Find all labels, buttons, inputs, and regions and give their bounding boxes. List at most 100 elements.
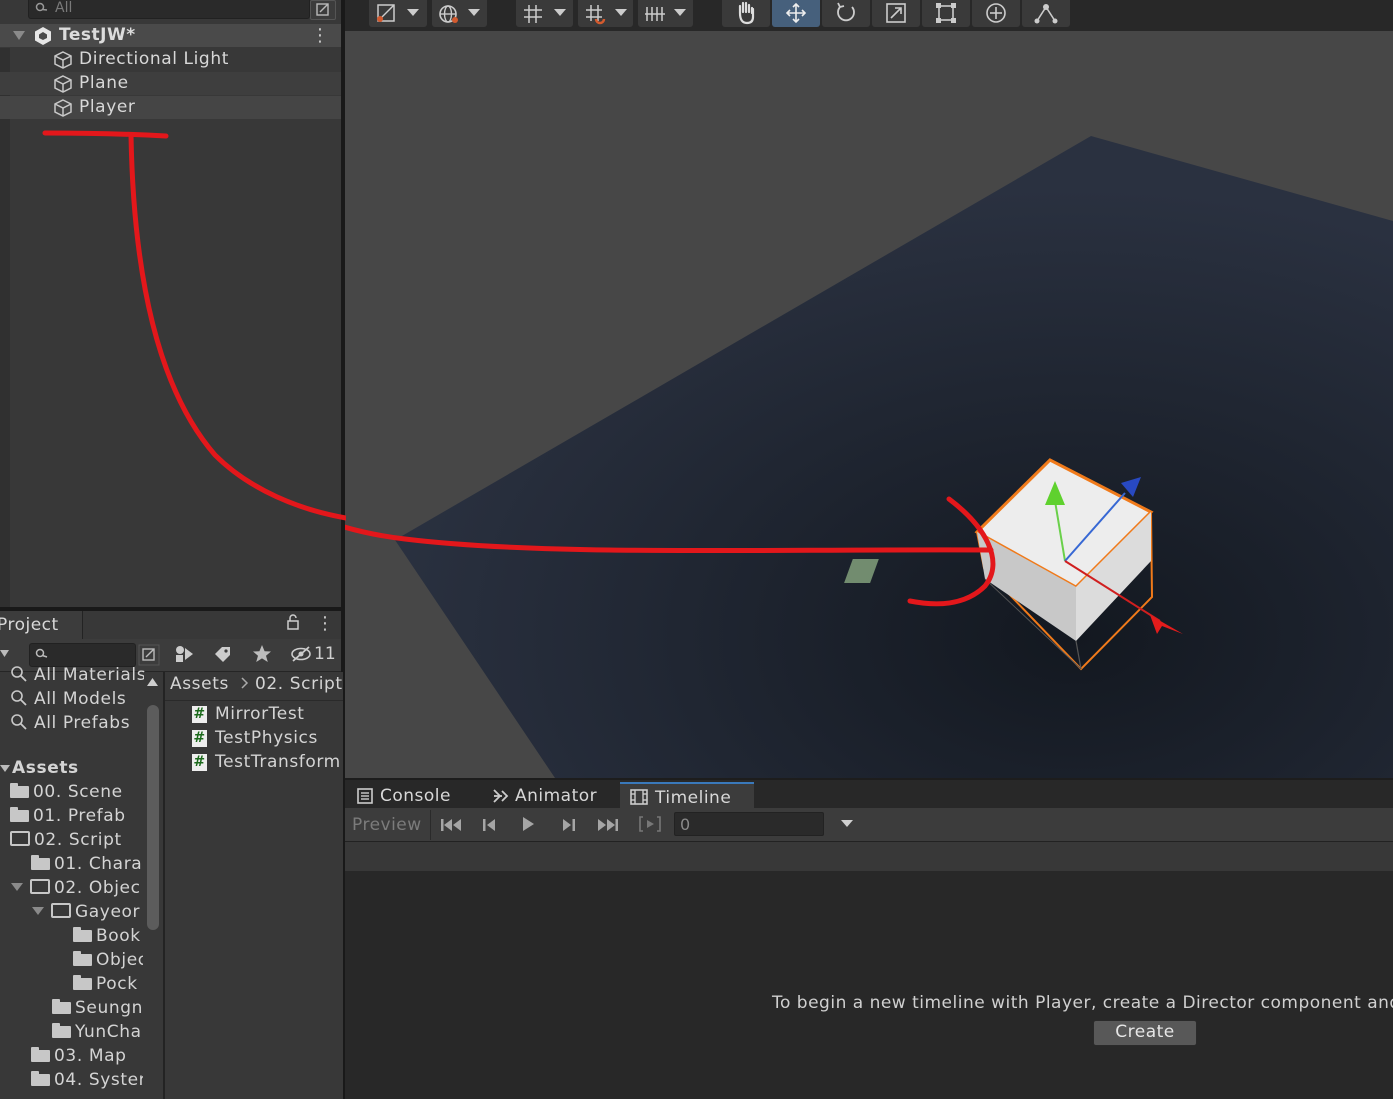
custom-tool-button[interactable]	[1022, 0, 1070, 27]
scale-tool-button[interactable]	[872, 0, 920, 27]
file-test-transform[interactable]: # TestTransform	[192, 752, 343, 772]
folder-label: 02. Objec	[54, 878, 141, 898]
play-range-button[interactable]	[632, 811, 668, 839]
star-icon[interactable]	[252, 644, 272, 664]
create-dropdown-icon[interactable]	[0, 650, 10, 658]
more-options-icon[interactable]: ⋮	[311, 25, 329, 46]
grid-snap-button[interactable]	[516, 0, 573, 27]
hidden-packages-icon[interactable]	[290, 646, 312, 662]
next-frame-button[interactable]	[551, 811, 587, 839]
frame-input[interactable]: 0	[674, 812, 824, 836]
folder-label: Gayeor	[75, 902, 141, 922]
tree-folder-objec-sub[interactable]: Objec	[73, 950, 143, 970]
tab-animator[interactable]: Animator	[486, 782, 616, 810]
search-placeholder: All	[55, 0, 73, 16]
tree-folder-objec[interactable]: 02. Objec	[10, 878, 143, 898]
go-to-last-frame-button[interactable]	[590, 811, 626, 839]
favorite-all-materials[interactable]: All Materials	[10, 665, 146, 685]
project-search-input[interactable]	[29, 643, 136, 667]
rect-tool-button[interactable]	[922, 0, 970, 27]
scene-view[interactable]	[345, 31, 1393, 778]
assets-root[interactable]: Assets	[0, 758, 79, 778]
folder-icon	[31, 1071, 50, 1086]
folder-label: 03. Map	[54, 1046, 127, 1066]
increment-snap-button[interactable]	[638, 0, 693, 27]
hidden-packages-count: 11	[314, 644, 336, 664]
timeline-options-dropdown[interactable]	[832, 811, 862, 839]
favorite-all-models[interactable]: All Models	[10, 689, 126, 709]
file-label: MirrorTest	[215, 704, 305, 724]
hierarchy-item-plane[interactable]: Plane	[0, 72, 341, 95]
tree-folder-seungn[interactable]: Seungn	[52, 998, 143, 1018]
scene-header-row[interactable]: TestJW* ⋮	[0, 24, 341, 47]
filter-by-type-icon[interactable]	[173, 644, 195, 664]
tree-folder-script[interactable]: 02. Script	[10, 830, 122, 850]
move-tool-button[interactable]	[772, 0, 820, 27]
folder-icon	[10, 783, 29, 798]
scene-visibility-button[interactable]	[432, 0, 487, 27]
tree-folder-pock[interactable]: Pock	[73, 974, 143, 994]
chevron-down-icon	[468, 9, 480, 16]
timeline-header	[345, 842, 1393, 872]
hierarchy-item-player[interactable]: Player	[0, 96, 341, 119]
hand-tool-button[interactable]	[722, 0, 770, 27]
rect-icon	[936, 3, 956, 23]
csharp-script-icon: #	[192, 754, 207, 771]
hierarchy-item-directional-light[interactable]: Directional Light	[0, 48, 341, 71]
go-to-first-frame-button[interactable]	[433, 811, 469, 839]
tab-label: Animator	[515, 786, 598, 806]
chevron-down-icon	[13, 31, 25, 40]
draw-mode-button[interactable]	[369, 0, 427, 27]
scroll-up-arrow-icon[interactable]	[147, 678, 158, 686]
file-label: TestTransform	[215, 752, 341, 772]
search-icon	[11, 714, 27, 730]
breadcrumb-script[interactable]: 02. Script	[255, 674, 343, 694]
scene-viewport	[345, 136, 1393, 778]
scene-toolbar	[345, 0, 1393, 31]
folder-icon	[73, 927, 92, 942]
search-by-type-icon[interactable]	[138, 644, 160, 666]
search-icon	[11, 666, 27, 682]
more-options-icon[interactable]: ⋮	[316, 613, 334, 634]
timeline-body	[345, 871, 1393, 1099]
folder-open-icon	[10, 831, 30, 846]
play-button[interactable]	[510, 811, 546, 839]
step-back-icon	[483, 819, 495, 831]
snap-increment-button[interactable]	[578, 0, 633, 27]
tree-folder-chara[interactable]: 01. Chara	[31, 854, 143, 874]
favorite-all-prefabs[interactable]: All Prefabs	[10, 713, 130, 733]
lock-icon[interactable]	[286, 613, 300, 635]
file-label: TestPhysics	[215, 728, 318, 748]
create-director-button[interactable]: Create	[1093, 1020, 1197, 1046]
play-icon	[523, 817, 534, 831]
tree-folder-system[interactable]: 04. Syster	[31, 1070, 143, 1090]
tree-folder-prefab[interactable]: 01. Prefab	[10, 806, 126, 826]
hierarchy-search-input[interactable]: All	[28, 0, 310, 19]
skip-start-icon	[441, 819, 461, 831]
tree-folder-scene[interactable]: 00. Scene	[10, 782, 123, 802]
tab-project[interactable]: Project	[0, 611, 83, 639]
rotate-tool-button[interactable]	[822, 0, 870, 27]
file-test-physics[interactable]: # TestPhysics	[192, 728, 343, 748]
tree-folder-yuncha[interactable]: YunCha	[52, 1022, 143, 1042]
transform-tool-button[interactable]	[972, 0, 1020, 27]
breadcrumb-assets[interactable]: Assets	[170, 674, 229, 694]
filter-by-label-icon[interactable]	[213, 645, 233, 663]
tab-console[interactable]: Console	[353, 782, 478, 810]
project-file-list: Assets 02. Script # MirrorTest # TestPhysi…	[163, 672, 343, 1099]
search-options-button[interactable]	[310, 0, 336, 20]
previous-frame-button[interactable]	[471, 811, 507, 839]
tab-label: Console	[380, 786, 451, 806]
folder-label: 00. Scene	[33, 782, 123, 802]
external-icon	[316, 3, 329, 16]
tree-folder-map[interactable]: 03. Map	[31, 1046, 143, 1066]
chevron-down-icon	[11, 883, 23, 891]
favorite-label: All Materials	[34, 665, 147, 685]
tree-folder-book[interactable]: Book	[73, 926, 143, 946]
tree-folder-gayeor[interactable]: Gayeor	[31, 902, 143, 922]
scrollbar-thumb[interactable]	[147, 705, 159, 930]
plane-object[interactable]	[395, 136, 1393, 778]
preview-button[interactable]: Preview	[345, 810, 431, 840]
file-mirror-test[interactable]: # MirrorTest	[192, 704, 343, 724]
folder-icon	[52, 1023, 71, 1038]
